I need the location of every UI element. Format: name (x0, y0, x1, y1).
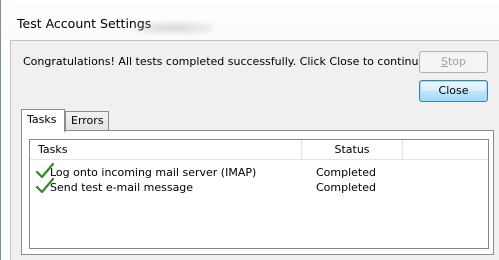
stop-label: top (447, 55, 466, 68)
window-title: Test Account Settings (17, 16, 152, 31)
stop-button[interactable]: Stop (419, 51, 488, 73)
tab-tasks[interactable]: Tasks (21, 109, 65, 132)
tasks-list[interactable]: Tasks Status Log onto incoming mail serv… (29, 139, 489, 249)
table-row[interactable]: Send test e-mail message Completed (30, 178, 488, 195)
status-message: Congratulations! All tests completed suc… (23, 55, 429, 68)
task-name: Log onto incoming mail server (IMAP) (50, 166, 257, 179)
dialog-body: Congratulations! All tests completed suc… (10, 40, 499, 260)
tab-errors[interactable]: Errors (65, 111, 109, 130)
task-name: Send test e-mail message (50, 181, 194, 194)
list-header: Tasks Status (30, 140, 488, 160)
title-bar[interactable]: Test Account Settings (1, 0, 499, 40)
test-account-settings-window: Test Account Settings Congratulations! A… (0, 0, 499, 260)
task-status: Completed (316, 181, 376, 194)
table-row[interactable]: Log onto incoming mail server (IMAP) Com… (30, 163, 488, 180)
close-button[interactable]: Close (419, 80, 488, 102)
column-header-tasks[interactable]: Tasks (30, 140, 302, 159)
tasks-tab-panel: Tasks Status Log onto incoming mail serv… (21, 130, 494, 255)
stop-accelerator: S (440, 55, 448, 68)
blurred-title-detail (133, 22, 213, 34)
column-header-status[interactable]: Status (302, 140, 403, 159)
task-status: Completed (316, 166, 376, 179)
